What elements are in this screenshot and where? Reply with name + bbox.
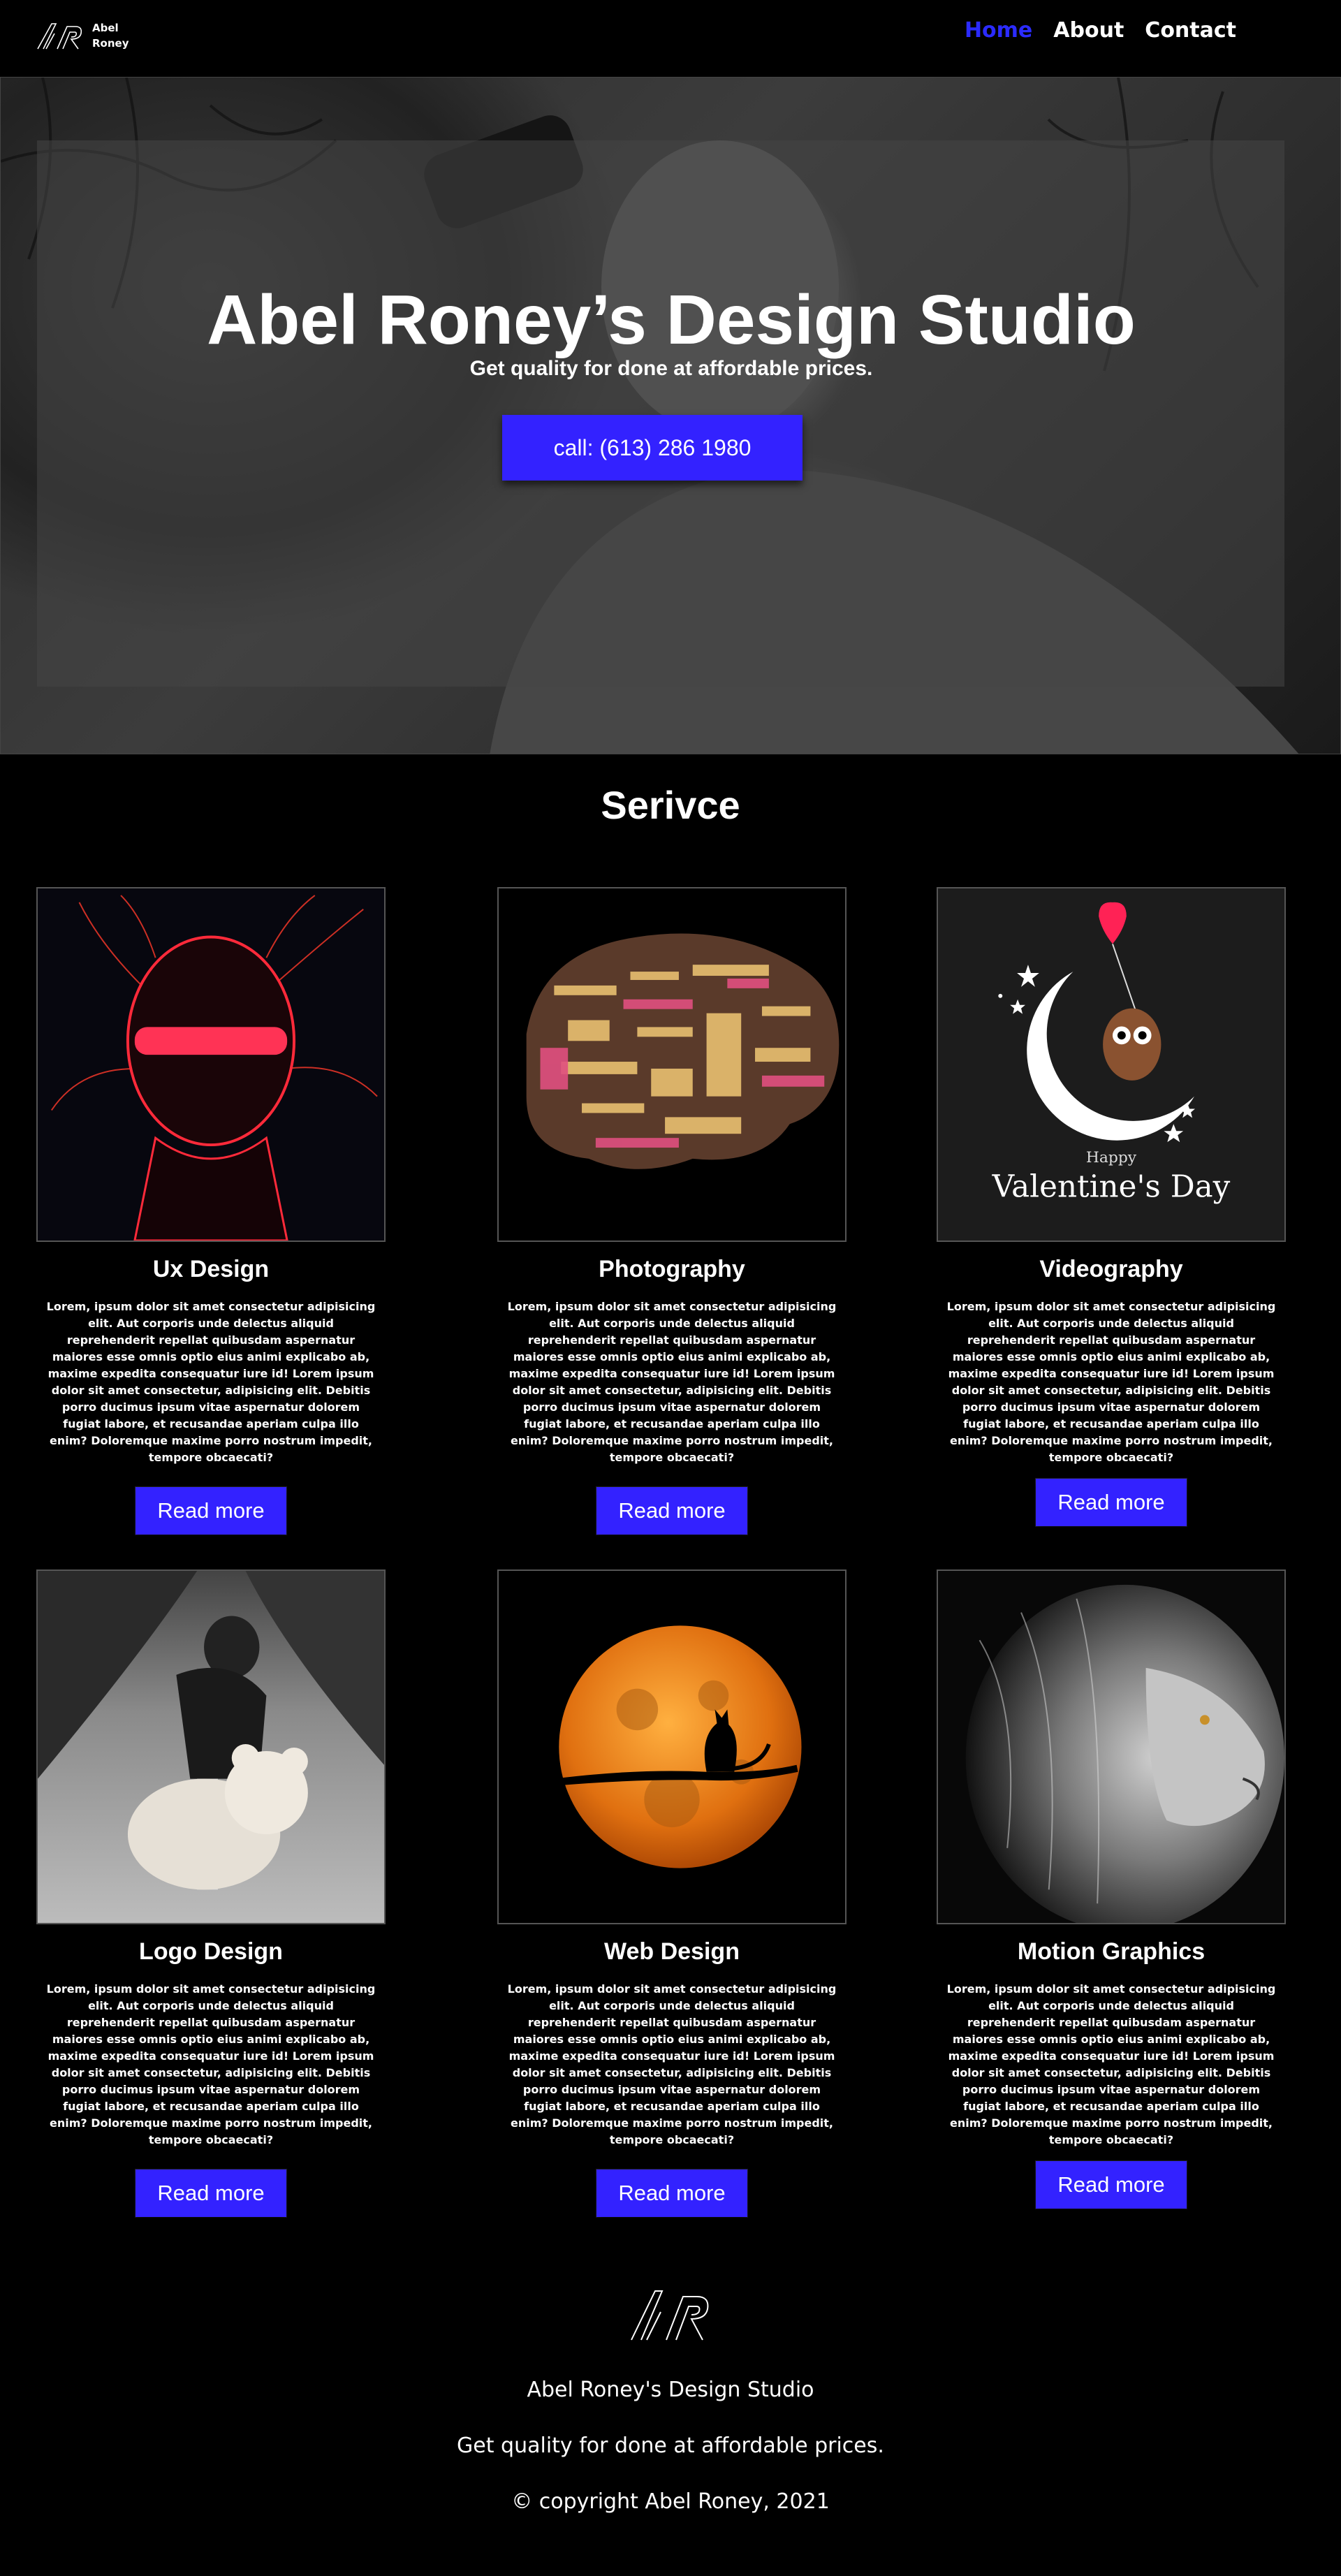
footer-studio-name: Abel Roney's Design Studio: [527, 2378, 814, 2402]
navbar: Abel Roney Home About Contact: [0, 0, 1341, 77]
neon-head-image: [36, 887, 386, 1242]
read-more-button[interactable]: Read more: [135, 2169, 286, 2217]
logo-text: Abel Roney: [92, 22, 129, 50]
card-description: Lorem, ipsum dolor sit amet consectetur …: [46, 1300, 376, 1464]
read-more-button[interactable]: Read more: [1036, 1479, 1187, 1526]
service-card-photography: Photography Lorem, ipsum dolor sit amet …: [497, 887, 847, 1535]
card-title: Videography: [1039, 1256, 1183, 1282]
nav-links: Home About Contact: [944, 18, 1236, 43]
logo-mark-icon: [37, 23, 82, 50]
card-description: Lorem, ipsum dolor sit amet consectetur …: [946, 1982, 1276, 2146]
svg-text:Valentine's Day: Valentine's Day: [992, 1169, 1231, 1204]
hero-banner: Abel Roney’s Design Studio Get quality f…: [0, 77, 1341, 754]
service-card-ux-design: Ux Design Lorem, ipsum dolor sit amet co…: [36, 887, 386, 1535]
hero-overlay: [37, 140, 1284, 687]
card-title: Motion Graphics: [1017, 1938, 1206, 1965]
service-card-web-design: Web Design Lorem, ipsum dolor sit amet c…: [497, 1569, 847, 2217]
read-more-button[interactable]: Read more: [135, 1487, 286, 1535]
read-more-button[interactable]: Read more: [596, 1487, 747, 1535]
nav-contact-link[interactable]: Contact: [1145, 18, 1236, 43]
card-description: Lorem, ipsum dolor sit amet consectetur …: [946, 1300, 1276, 1464]
valentines-owl-image: Happy Valentine's Day: [937, 887, 1286, 1242]
call-button[interactable]: call: (613) 286 1980: [502, 415, 803, 481]
service-card-motion-graphics: Motion Graphics Lorem, ipsum dolor sit a…: [937, 1569, 1286, 2209]
hero-subtitle: Get quality for done at affordable price…: [469, 357, 873, 380]
service-card-videography: Happy Valentine's Day Videography Lorem,…: [937, 887, 1286, 1526]
read-more-button[interactable]: Read more: [1036, 2161, 1187, 2209]
footer-copyright: © copyright Abel Roney, 2021: [511, 2489, 830, 2514]
girl-teddy-bear-image: [36, 1569, 386, 1924]
word-cloud-brain-image: [497, 887, 847, 1242]
nav-home-link[interactable]: Home: [965, 18, 1032, 43]
card-title: Web Design: [604, 1938, 740, 1965]
nav-about-link[interactable]: About: [1053, 18, 1124, 43]
card-title: Photography: [599, 1256, 745, 1282]
card-description: Lorem, ipsum dolor sit amet consectetur …: [46, 1982, 376, 2146]
service-card-logo-design: Logo Design Lorem, ipsum dolor sit amet …: [36, 1569, 386, 2217]
card-title: Ux Design: [152, 1256, 270, 1282]
card-description: Lorem, ipsum dolor sit amet consectetur …: [507, 1982, 837, 2146]
hero-title: Abel Roney’s Design Studio: [207, 281, 1136, 359]
lion-image: [937, 1569, 1286, 1924]
moon-cat-image: [497, 1569, 847, 1924]
footer-logo-icon: [631, 2290, 709, 2341]
services-heading: Serivce: [601, 783, 740, 827]
footer-tagline: Get quality for done at affordable price…: [457, 2434, 884, 2458]
read-more-button[interactable]: Read more: [596, 2169, 747, 2217]
card-title: Logo Design: [139, 1938, 283, 1965]
svg-text:Happy: Happy: [1086, 1149, 1137, 1166]
logo[interactable]: Abel Roney: [36, 18, 141, 53]
card-description: Lorem, ipsum dolor sit amet consectetur …: [507, 1300, 837, 1464]
